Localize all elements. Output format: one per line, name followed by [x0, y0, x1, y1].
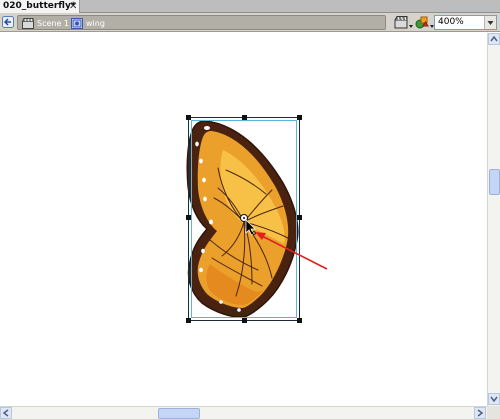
stage-canvas[interactable]	[0, 33, 487, 406]
document-tab-title: 020_butterfly*	[3, 1, 76, 11]
breadcrumb-item-scene[interactable]: Scene 1	[22, 17, 70, 30]
zoom-select[interactable]: 400%	[434, 15, 497, 30]
breadcrumb: Scene 1 wing	[17, 15, 386, 30]
vertical-scrollbar[interactable]	[487, 33, 500, 406]
scroll-right-icon[interactable]	[474, 407, 486, 419]
edit-bar: Scene 1 wing 400%	[0, 13, 500, 32]
arrow-left-icon[interactable]	[2, 16, 14, 28]
movieclip-symbol-icon	[71, 18, 83, 32]
scroll-down-icon[interactable]	[488, 393, 500, 405]
scrollbar-corner	[487, 406, 500, 419]
breadcrumb-item-symbol[interactable]: wing	[71, 17, 111, 30]
edit-scene-icon[interactable]	[393, 14, 415, 31]
zoom-value: 400%	[438, 17, 464, 27]
edit-symbols-icon[interactable]	[414, 14, 436, 31]
horizontal-scrollbar[interactable]	[0, 406, 487, 419]
breadcrumb-label: wing	[86, 19, 105, 28]
stage-artwork	[186, 115, 328, 323]
chevron-down-icon[interactable]	[484, 16, 496, 29]
vertical-scroll-thumb[interactable]	[489, 169, 500, 195]
breadcrumb-label: Scene 1	[37, 19, 70, 28]
document-tab[interactable]: 020_butterfly* ✕	[0, 0, 80, 13]
scroll-left-icon[interactable]	[0, 407, 12, 419]
document-tab-strip: 020_butterfly* ✕	[0, 0, 500, 13]
close-icon[interactable]: ✕	[69, 0, 77, 13]
scroll-up-icon[interactable]	[488, 33, 500, 45]
scene-clapper-icon	[22, 18, 34, 32]
horizontal-scroll-thumb[interactable]	[158, 408, 200, 419]
